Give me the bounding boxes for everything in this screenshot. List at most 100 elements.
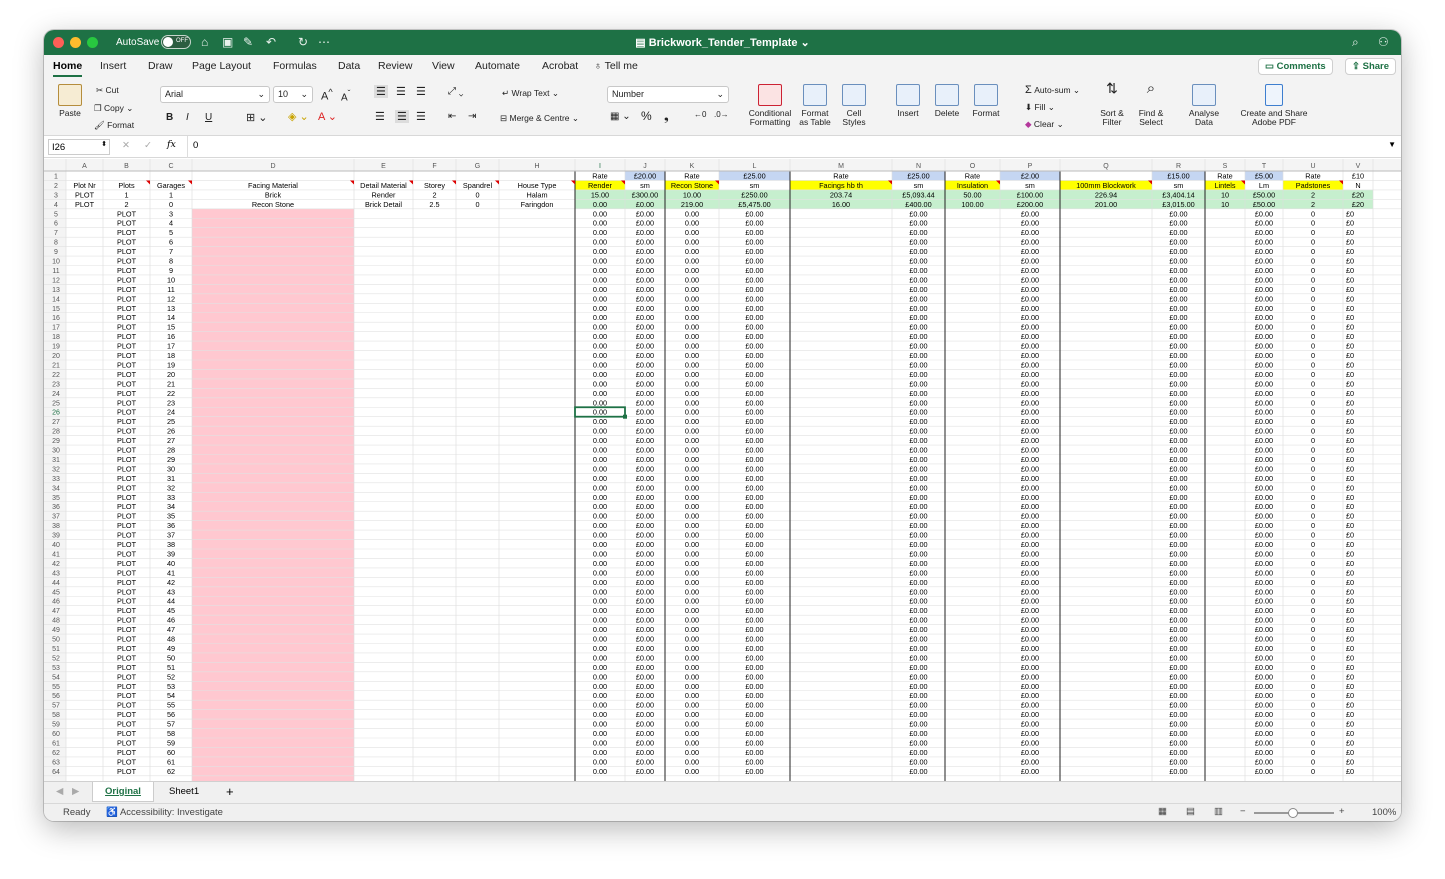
- align-bottom-icon[interactable]: ☰: [416, 85, 426, 98]
- number-format-select[interactable]: Number ⌄: [607, 86, 729, 103]
- comment-marker[interactable]: [409, 180, 413, 185]
- bold-button[interactable]: B: [166, 112, 173, 123]
- find-select-button[interactable]: ⌕ Find & Select: [1133, 81, 1169, 127]
- account-icon[interactable]: ⚇: [1378, 35, 1389, 49]
- search-icon[interactable]: ⌕: [1352, 35, 1359, 50]
- sheet-tab-original[interactable]: Original: [92, 782, 154, 802]
- fill-button[interactable]: ⬇ Fill ⌄: [1025, 102, 1055, 113]
- cell-value: 0.00: [685, 568, 699, 577]
- align-top-icon[interactable]: ☰: [374, 85, 388, 98]
- comment-marker[interactable]: [350, 180, 354, 185]
- comments-button[interactable]: ▭ Comments: [1258, 58, 1333, 75]
- sort-filter-button[interactable]: ⇅ Sort & Filter: [1094, 81, 1130, 127]
- cell-value: £0.00: [1021, 644, 1039, 653]
- normal-view-icon[interactable]: ▦: [1158, 806, 1167, 817]
- zoom-slider-thumb[interactable]: [1288, 808, 1298, 818]
- comma-style-icon[interactable]: ❟: [664, 109, 669, 124]
- analyse-data-button[interactable]: Analyse Data: [1186, 84, 1222, 127]
- align-right-icon[interactable]: ☰: [416, 110, 426, 123]
- format-cells-button[interactable]: Format: [969, 84, 1003, 118]
- tab-data[interactable]: Data: [338, 60, 360, 72]
- worksheet-grid[interactable]: A B C D E F G H I J K L M N O P Q R S T U V 1 2 3 4 5 6 7 8 9 10 11 12 13 1…: [44, 159, 1401, 781]
- expand-formula-icon[interactable]: ▼: [1388, 140, 1396, 149]
- delete-cells-button[interactable]: Delete: [930, 84, 964, 118]
- create-pdf-button[interactable]: Create and Share Adobe PDF: [1237, 84, 1311, 127]
- cell-value: 0.00: [593, 682, 607, 691]
- font-color-icon[interactable]: A ⌄: [318, 110, 337, 123]
- cell-value: £0.00: [1021, 304, 1039, 313]
- orientation-icon[interactable]: ⤢ ⌄: [448, 86, 464, 97]
- tab-insert[interactable]: Insert: [100, 60, 126, 72]
- cell-value: £0.00: [636, 464, 654, 473]
- cancel-icon[interactable]: ✕: [122, 140, 130, 151]
- underline-button[interactable]: U: [205, 112, 212, 123]
- align-middle-icon[interactable]: ☰: [396, 85, 406, 98]
- autosum-button[interactable]: Σ Auto-sum ⌄: [1025, 84, 1080, 96]
- tab-view[interactable]: View: [432, 60, 455, 72]
- prev-sheet-icon[interactable]: ◀: [56, 786, 63, 797]
- cell-value: £0.00: [745, 663, 763, 672]
- increase-decimal-icon[interactable]: ←0: [694, 110, 706, 119]
- cell-value: 0: [1311, 521, 1315, 530]
- decrease-indent-icon[interactable]: ⇤: [448, 111, 456, 122]
- tab-review[interactable]: Review: [378, 60, 412, 72]
- cell-value: £0.00: [1169, 389, 1187, 398]
- currency-icon[interactable]: ▦ ⌄: [610, 111, 631, 122]
- tab-home[interactable]: Home: [53, 60, 83, 77]
- cell-value: £0.00: [1169, 767, 1187, 776]
- share-button[interactable]: ⇪ Share: [1345, 58, 1397, 75]
- sheet-tab-sheet1[interactable]: Sheet1: [169, 786, 199, 797]
- tab-automate[interactable]: Automate: [475, 60, 520, 72]
- decrease-font-icon[interactable]: Aˇ: [341, 88, 350, 103]
- cell-value: PLOT: [75, 190, 95, 199]
- format-painter-button[interactable]: 🖌 Format: [94, 120, 134, 131]
- comment-marker[interactable]: [495, 180, 499, 185]
- cell-value: £0.00: [1021, 748, 1039, 757]
- tab-formulas[interactable]: Formulas: [273, 60, 317, 72]
- zoom-in-button[interactable]: +: [1339, 806, 1345, 817]
- fill-color-icon[interactable]: ◈ ⌄: [288, 110, 309, 123]
- cell-grid[interactable]: A B C D E F G H I J K L M N O P Q R S T U V123456789101112131…: [44, 159, 1401, 781]
- conditional-formatting-button[interactable]: Conditional Formatting: [747, 84, 793, 127]
- tab-acrobat[interactable]: Acrobat: [542, 60, 578, 72]
- comment-marker[interactable]: [571, 180, 575, 185]
- tab-draw[interactable]: Draw: [148, 60, 173, 72]
- borders-icon[interactable]: ⊞ ⌄: [246, 111, 268, 124]
- percent-button[interactable]: %: [641, 109, 652, 123]
- cut-button[interactable]: ✂ Cut: [96, 85, 119, 96]
- cell-styles-button[interactable]: Cell Styles: [837, 84, 871, 127]
- format-cells-icon: [974, 84, 998, 106]
- paste-button[interactable]: Paste: [56, 84, 84, 118]
- align-center-icon[interactable]: ☰: [395, 110, 409, 123]
- insert-cells-button[interactable]: Insert: [891, 84, 925, 118]
- clear-button[interactable]: ◆ Clear ⌄: [1025, 119, 1064, 130]
- accessibility-button[interactable]: ♿ Accessibility: Investigate: [106, 807, 223, 818]
- decrease-decimal-icon[interactable]: .0→: [714, 110, 729, 119]
- enter-icon[interactable]: ✓: [144, 140, 152, 151]
- cell-value: £10: [1352, 171, 1364, 180]
- increase-font-icon[interactable]: A^: [321, 87, 333, 103]
- comment-marker[interactable]: [188, 180, 192, 185]
- next-sheet-icon[interactable]: ▶: [72, 786, 79, 797]
- page-layout-view-icon[interactable]: ▤: [1186, 806, 1195, 817]
- comment-marker[interactable]: [146, 180, 150, 185]
- italic-button[interactable]: I: [186, 112, 189, 123]
- align-left-icon[interactable]: ☰: [375, 110, 385, 123]
- font-size-select[interactable]: 10 ⌄: [273, 86, 313, 103]
- wrap-text-button[interactable]: ↵ Wrap Text ⌄: [502, 88, 559, 99]
- comment-marker[interactable]: [452, 180, 456, 185]
- copy-button[interactable]: ❐ Copy ⌄: [94, 103, 133, 114]
- tell-me-search[interactable]: ♁ Tell me: [594, 60, 638, 72]
- increase-indent-icon[interactable]: ⇥: [468, 111, 476, 122]
- page-break-view-icon[interactable]: ▥: [1214, 806, 1223, 817]
- add-sheet-button[interactable]: +: [226, 784, 234, 799]
- insert-function-button[interactable]: fx: [167, 139, 176, 150]
- font-name-select[interactable]: Arial ⌄: [160, 86, 270, 103]
- zoom-out-button[interactable]: −: [1240, 806, 1246, 817]
- tab-page-layout[interactable]: Page Layout: [192, 60, 251, 72]
- formula-input[interactable]: 0: [193, 140, 198, 151]
- format-as-table-button[interactable]: Format as Table: [795, 84, 835, 127]
- merge-centre-button[interactable]: ⊟ Merge & Centre ⌄: [500, 113, 579, 124]
- name-box[interactable]: I26 ⬍: [48, 139, 110, 155]
- zoom-slider[interactable]: [1254, 808, 1334, 818]
